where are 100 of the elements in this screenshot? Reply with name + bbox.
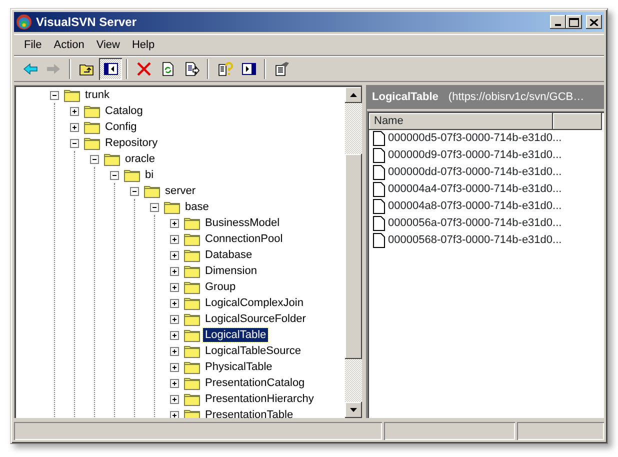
collapse-toggle-icon[interactable] <box>90 154 99 164</box>
expand-toggle-icon[interactable] <box>170 282 179 292</box>
folder-icon <box>84 120 100 134</box>
scroll-down-button[interactable] <box>345 402 362 418</box>
tree-item[interactable]: bi <box>143 168 156 182</box>
menu-item[interactable]: View <box>90 36 126 54</box>
refresh-icon <box>160 61 176 77</box>
file-icon <box>373 148 385 163</box>
folder-icon <box>124 168 140 182</box>
tree-item[interactable]: BusinessModel <box>203 216 282 230</box>
tree-item[interactable]: server <box>163 184 198 198</box>
scrollbar-thumb[interactable] <box>345 154 362 359</box>
tree-item[interactable]: base <box>183 200 211 214</box>
expand-toggle-icon[interactable] <box>170 362 179 372</box>
file-name[interactable]: 0000056a-07f3-0000-714b-e31d0... <box>388 215 562 232</box>
help-icon <box>216 61 232 77</box>
tree-item[interactable]: LogicalTableSource <box>203 344 304 358</box>
tree-item[interactable]: Dimension <box>203 264 259 278</box>
folder-icon <box>184 264 200 278</box>
tree-item[interactable]: LogicalComplexJoin <box>203 296 306 310</box>
expand-toggle-icon[interactable] <box>170 410 179 418</box>
file-name[interactable]: 000004a4-07f3-0000-714b-e31d0... <box>388 181 562 198</box>
file-icon <box>373 233 385 248</box>
expand-toggle-icon[interactable] <box>70 106 79 116</box>
tree-item[interactable]: PresentationHierarchy <box>203 392 316 406</box>
close-button[interactable] <box>586 15 602 29</box>
tree-item[interactable]: Catalog <box>103 104 145 118</box>
file-name[interactable]: 000000d5-07f3-0000-714b-e31d0... <box>388 130 562 147</box>
file-icon <box>373 216 385 231</box>
file-name[interactable]: 00000568-07f3-0000-714b-e31d0... <box>388 232 562 249</box>
tree-item[interactable]: Repository <box>103 136 160 150</box>
folder-icon <box>184 248 200 262</box>
collapse-toggle-icon[interactable] <box>130 186 139 196</box>
folder-icon <box>184 232 200 246</box>
details-path: (https://obisrv1c/svn/GCB… <box>448 90 584 106</box>
column-header[interactable]: Name <box>369 113 553 130</box>
menu-item[interactable]: File <box>18 36 48 54</box>
folder-icon <box>184 328 200 342</box>
tree-item[interactable]: PresentationTable <box>203 408 296 418</box>
expand-toggle-icon[interactable] <box>170 346 179 356</box>
file-name[interactable]: 000004a8-07f3-0000-714b-e31d0... <box>388 198 562 215</box>
expand-toggle-icon[interactable] <box>170 394 179 404</box>
maximize-button[interactable] <box>566 15 582 29</box>
folder-icon <box>184 216 200 230</box>
folder-icon <box>64 88 80 102</box>
tree-item[interactable]: Database <box>203 248 254 262</box>
up-triangle-icon <box>350 93 357 97</box>
collapse-toggle-icon[interactable] <box>110 170 119 180</box>
expand-toggle-icon[interactable] <box>170 234 179 244</box>
minimize-button[interactable] <box>550 15 566 29</box>
folder-icon <box>184 376 200 390</box>
toolbar-button[interactable] <box>99 58 122 80</box>
folder-icon <box>144 184 160 198</box>
action-pane-icon <box>240 61 256 77</box>
down-triangle-icon <box>350 408 357 412</box>
tree-item[interactable]: PhysicalTable <box>203 360 274 374</box>
expand-toggle-icon[interactable] <box>170 266 179 276</box>
tree-item[interactable]: LogicalTable <box>203 328 268 342</box>
folder-icon <box>84 104 100 118</box>
file-icon <box>373 165 385 180</box>
expand-toggle-icon[interactable] <box>170 250 179 260</box>
folder-icon <box>184 344 200 358</box>
tree-item[interactable]: PresentationCatalog <box>203 376 307 390</box>
folder-icon <box>164 200 180 214</box>
tree-pane-icon <box>102 61 118 77</box>
tree-item[interactable]: oracle <box>123 152 157 166</box>
file-icon <box>373 199 385 214</box>
tree-item[interactable]: trunk <box>83 88 112 102</box>
close-icon <box>590 18 598 26</box>
menu-item[interactable]: Help <box>126 36 161 54</box>
expand-toggle-icon[interactable] <box>170 218 179 228</box>
app-logo-icon <box>16 14 32 30</box>
tree-item[interactable]: Config <box>103 120 139 134</box>
tree-item[interactable]: LogicalSourceFolder <box>203 312 308 326</box>
collapse-toggle-icon[interactable] <box>150 202 159 212</box>
expand-toggle-icon[interactable] <box>170 330 179 340</box>
folder-icon <box>184 360 200 374</box>
scroll-up-button[interactable] <box>345 87 362 103</box>
column-header[interactable] <box>553 113 602 130</box>
file-name[interactable]: 000000d9-07f3-0000-714b-e31d0... <box>388 147 562 164</box>
delete-x-icon <box>136 61 152 77</box>
collapse-toggle-icon[interactable] <box>70 138 79 148</box>
folder-icon <box>184 296 200 310</box>
tree-item[interactable]: ConnectionPool <box>203 232 285 246</box>
folder-icon <box>184 280 200 294</box>
maximize-icon <box>569 18 579 26</box>
menu-item[interactable]: Action <box>48 36 90 54</box>
expand-toggle-icon[interactable] <box>170 298 179 308</box>
collapse-toggle-icon[interactable] <box>50 90 59 100</box>
expand-toggle-icon[interactable] <box>70 122 79 132</box>
file-icon <box>373 131 385 146</box>
expand-toggle-icon[interactable] <box>170 378 179 388</box>
expand-toggle-icon[interactable] <box>170 314 179 324</box>
folder-icon <box>184 392 200 406</box>
file-name[interactable]: 000000dd-07f3-0000-714b-e31d0... <box>388 164 562 181</box>
properties-icon <box>274 61 290 77</box>
tree-item[interactable]: Group <box>203 280 238 294</box>
folder-icon <box>104 152 120 166</box>
folder-icon <box>84 136 100 150</box>
folder-icon <box>184 408 200 418</box>
